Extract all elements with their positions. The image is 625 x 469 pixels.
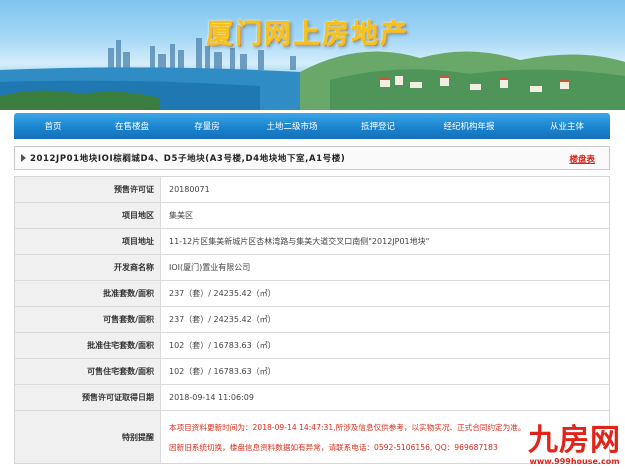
notice-line-update: 本项目资料更新时间为：2018-09-14 14:47:31,所涉及信息仅供参考… (169, 422, 526, 432)
nav-item-land-market[interactable]: 土地二级市场 (242, 113, 342, 139)
row-value: 237（套）/ 24235.42（㎡） (169, 315, 276, 324)
main-nav: 首页 在售楼盘 存量房 土地二级市场 抵押登记 经纪机构年报 从业主体 (14, 113, 610, 139)
row-value: 20180071 (169, 185, 210, 194)
watermark-logo: 九房网 www.999house.com (528, 425, 621, 467)
notice-line-contact: 因新旧系统切换，楼盘信息资料数据如有异常，请联系电话：0592-5106156,… (169, 442, 498, 452)
row-value: 11-12片区集美新城片区杏林湾路与集美大道交叉口南侧"2012JP01地块" (169, 237, 430, 246)
row-label: 批准住宅套数/面积 (15, 333, 161, 358)
project-title-bar: 2012JP01地块IOI棕榈城D4、D5子地块(A3号楼,D4地块地下室,A1… (14, 146, 610, 170)
row-value: 102（套）/ 16783.63（㎡） (169, 367, 276, 376)
nav-item-home[interactable]: 首页 (14, 113, 92, 139)
building-table-link[interactable]: 楼盘表 (569, 153, 595, 165)
row-label: 预售许可证取得日期 (15, 385, 161, 410)
watermark-brand: 九房网 (528, 423, 621, 458)
table-row: 批准套数/面积 237（套）/ 24235.42（㎡） (15, 281, 609, 307)
row-value: 2018-09-14 11:06:09 (169, 393, 254, 402)
row-label: 可售住宅套数/面积 (15, 359, 161, 384)
site-title: 厦门网上房地产 (206, 19, 409, 50)
row-label: 预售许可证 (15, 177, 161, 202)
table-row: 可售住宅套数/面积 102（套）/ 16783.63（㎡） (15, 359, 609, 385)
table-row: 项目地区 集美区 (15, 203, 609, 229)
table-row: 项目地址 11-12片区集美新城片区杏林湾路与集美大道交叉口南侧"2012JP0… (15, 229, 609, 255)
table-row: 可售套数/面积 237（套）/ 24235.42（㎡） (15, 307, 609, 333)
row-value: IOI(厦门)置业有限公司 (169, 263, 251, 272)
nav-item-agency-report[interactable]: 经纪机构年报 (414, 113, 524, 139)
project-title: 2012JP01地块IOI棕榈城D4、D5子地块(A3号楼,D4地块地下室,A1… (30, 154, 346, 164)
project-info-table: 预售许可证 20180071 项目地区 集美区 项目地址 11-12片区集美新城… (14, 176, 610, 464)
row-label: 项目地区 (15, 203, 161, 228)
nav-item-practitioners[interactable]: 从业主体 (524, 113, 610, 139)
nav-item-on-sale[interactable]: 在售楼盘 (92, 113, 172, 139)
table-row: 预售许可证 20180071 (15, 177, 609, 203)
row-label: 项目地址 (15, 229, 161, 254)
row-value: 237（套）/ 24235.42（㎡） (169, 289, 276, 298)
table-row: 开发商名称 IOI(厦门)置业有限公司 (15, 255, 609, 281)
triangle-marker-icon (21, 154, 26, 162)
table-row: 预售许可证取得日期 2018-09-14 11:06:09 (15, 385, 609, 411)
row-label: 开发商名称 (15, 255, 161, 280)
row-label: 特别提醒 (15, 411, 161, 463)
header-banner: 厦门网上房地产 (0, 0, 625, 110)
row-label: 可售套数/面积 (15, 307, 161, 332)
table-row: 批准住宅套数/面积 102（套）/ 16783.63（㎡） (15, 333, 609, 359)
watermark-url: www.999house.com (529, 457, 620, 466)
row-value: 102（套）/ 16783.63（㎡） (169, 341, 276, 350)
nav-item-mortgage[interactable]: 抵押登记 (342, 113, 414, 139)
row-label: 批准套数/面积 (15, 281, 161, 306)
row-value: 集美区 (169, 211, 193, 220)
table-row-notice: 特别提醒 本项目资料更新时间为：2018-09-14 14:47:31,所涉及信… (15, 411, 609, 463)
nav-item-resale[interactable]: 存量房 (172, 113, 242, 139)
